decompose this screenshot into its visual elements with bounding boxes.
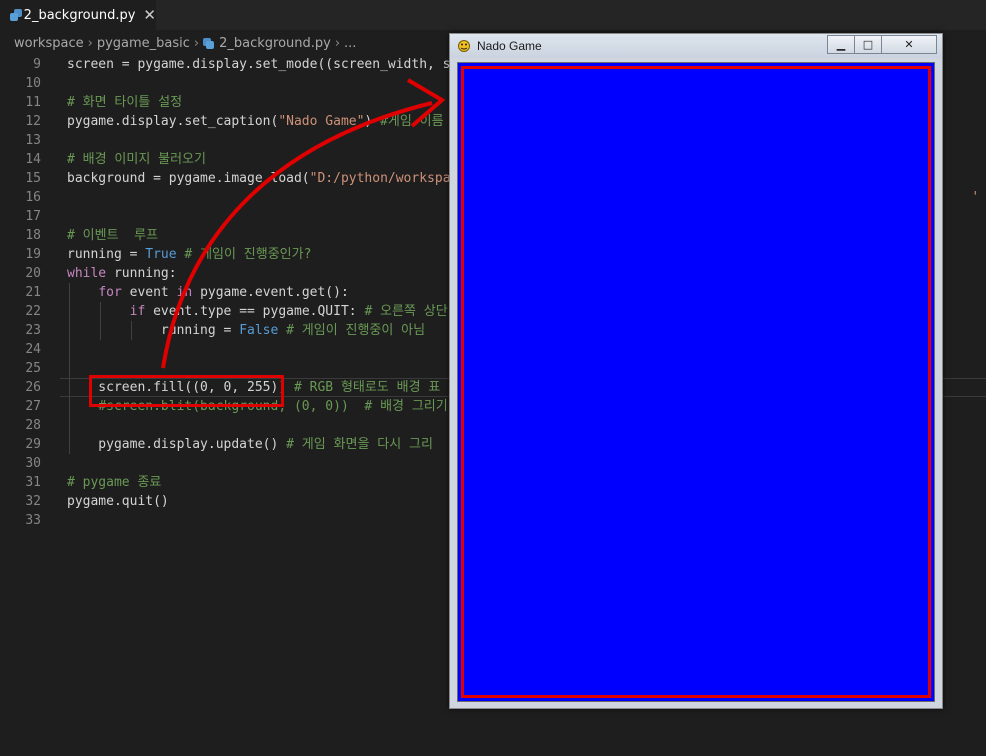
line-number: 31 [25, 475, 41, 490]
line-number: 22 [25, 304, 41, 319]
code-token: pygame.display.update() [67, 437, 287, 452]
editor-tab-bar: 2_background.py ✕ [0, 0, 986, 30]
code-token: in [176, 285, 193, 300]
game-window-title: Nado Game [477, 39, 542, 53]
code-text: running = True # 게임이 진행중인가? [67, 245, 311, 264]
highlight-box-canvas [461, 66, 931, 698]
code-token: if [129, 304, 146, 319]
code-text: background = pygame.image.load("D:/pytho… [67, 169, 458, 188]
game-window-titlebar[interactable]: Nado Game ▁ □ ✕ [450, 34, 942, 58]
tab-2-background-py[interactable]: 2_background.py ✕ [0, 0, 156, 30]
code-text: # 화면 타이틀 설정 [67, 93, 182, 112]
code-token: # 배경 이미지 불러오기 [67, 152, 206, 167]
game-window[interactable]: Nado Game ▁ □ ✕ [449, 33, 943, 709]
code-token: background = pygame.image.load( [67, 171, 310, 186]
code-text: if event.type == pygame.QUIT: # 오른쪽 상단 [67, 302, 448, 321]
maximize-button[interactable]: □ [854, 35, 882, 54]
line-number: 21 [25, 285, 41, 300]
window-controls: ▁ □ ✕ [827, 35, 937, 54]
line-number: 18 [25, 228, 41, 243]
code-token: # 화면 타이틀 설정 [67, 95, 183, 110]
line-number: 20 [25, 266, 41, 281]
code-text: while running: [67, 264, 177, 283]
line-number: 30 [25, 456, 41, 471]
code-token: # 게임이 진행중이 아님 [286, 323, 426, 338]
breadcrumb-separator-icon: › [193, 35, 200, 51]
line-number: 25 [25, 361, 41, 376]
code-text: screen = pygame.display.set_mode((screen… [67, 55, 458, 74]
code-token: # 오른쪽 상단 [364, 304, 448, 319]
code-token: True [145, 247, 177, 262]
breadcrumb-item-symbol[interactable]: ... [344, 36, 356, 51]
code-token: running = [67, 323, 240, 338]
breadcrumb-item-file[interactable]: 2_background.py [219, 36, 331, 51]
code-token: event.type == pygame.QUIT: [145, 304, 365, 319]
breadcrumb-item-workspace[interactable]: workspace [14, 36, 84, 51]
code-token: # RGB 형태로도 배경 표 [293, 380, 441, 395]
code-token: ) [364, 114, 381, 129]
code-token: while [67, 266, 107, 281]
line-number: 12 [25, 114, 41, 129]
code-token: # 게임 화면을 다시 그리 [286, 437, 433, 452]
code-text: running = False # 게임이 진행중이 아님 [67, 321, 425, 340]
close-button[interactable]: ✕ [881, 35, 937, 54]
code-token: "Nado Game" [278, 114, 365, 129]
python-file-icon [203, 37, 215, 49]
code-token: #게임 이름 [380, 114, 444, 129]
line-number: 27 [25, 399, 41, 414]
line-number: 15 [25, 171, 41, 186]
code-token: "D:/python/workspac [309, 171, 459, 186]
code-text: pygame.display.set_caption("Nado Game") … [67, 112, 444, 131]
code-text: # 이벤트 루프 [67, 226, 158, 245]
code-token: screen = pygame.display.set_mode((screen… [67, 57, 459, 72]
pygame-snake-icon [458, 40, 470, 52]
code-text: for event in pygame.event.get(): [67, 283, 349, 302]
code-token: running = [67, 247, 146, 262]
line-number: 24 [25, 342, 41, 357]
code-token: running: [106, 266, 177, 281]
code-text: pygame.display.update() # 게임 화면을 다시 그리 [67, 435, 433, 454]
code-token: # pygame 종료 [67, 475, 162, 490]
breadcrumb-item-pygame-basic[interactable]: pygame_basic [97, 36, 190, 51]
code-text: # pygame 종료 [67, 473, 161, 492]
line-number: 32 [25, 494, 41, 509]
overflow-text: ' 또는 [940, 169, 986, 205]
code-token: pygame.display.set_caption( [67, 114, 279, 129]
line-number: 28 [25, 418, 41, 433]
code-token: for [98, 285, 122, 300]
close-tab-icon[interactable]: ✕ [143, 6, 156, 24]
code-text: pygame.quit() [67, 492, 169, 511]
line-number: 29 [25, 437, 41, 452]
tab-label: 2_background.py [23, 7, 136, 23]
line-number: 17 [25, 209, 41, 224]
code-text: # 배경 이미지 불러오기 [67, 150, 206, 169]
line-number: 14 [25, 152, 41, 167]
highlight-box-screen-fill [89, 375, 284, 407]
line-number: 16 [25, 190, 41, 205]
line-number: 13 [25, 133, 41, 148]
line-number: 26 [25, 380, 41, 395]
code-token: # 이벤트 루프 [67, 228, 159, 243]
line-number: 9 [33, 57, 41, 72]
python-file-icon [10, 9, 22, 21]
code-token: pygame.quit() [67, 494, 169, 509]
code-token: event [121, 285, 177, 300]
breadcrumb-separator-icon: › [87, 35, 93, 51]
line-number: 10 [25, 76, 41, 91]
breadcrumb: workspace › pygame_basic › 2_background.… [14, 34, 356, 52]
code-token: pygame.event.get(): [192, 285, 349, 300]
minimize-button[interactable]: ▁ [827, 35, 855, 54]
breadcrumb-separator-icon: › [334, 35, 341, 51]
code-token: False [239, 323, 279, 338]
code-token: # 게임이 진행중인가? [184, 247, 312, 262]
line-number: 19 [25, 247, 41, 262]
overflow-string-fragment: ' 또는 [971, 190, 980, 205]
line-number: 33 [25, 513, 41, 528]
game-canvas[interactable] [457, 62, 935, 702]
line-number: 23 [25, 323, 41, 338]
line-number: 11 [25, 95, 41, 110]
